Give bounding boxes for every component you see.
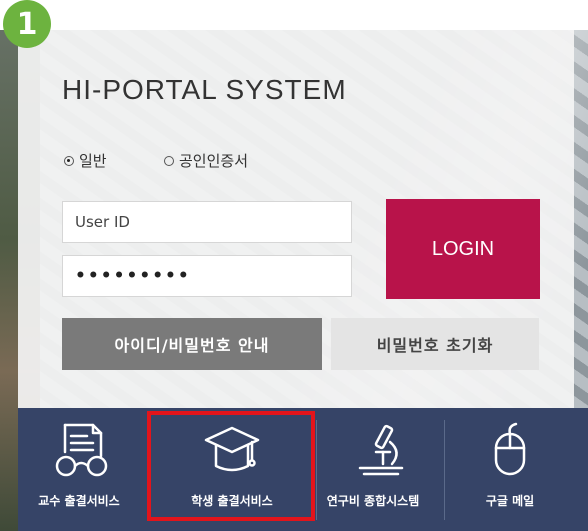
service-label: 학생 출결서비스 (191, 494, 273, 508)
password-field[interactable]: ••••••••• (62, 255, 352, 297)
portal-title: HI-PORTAL SYSTEM (62, 74, 347, 105)
step-number-badge: 1 (3, 0, 51, 48)
auth-option-label: 일반 (79, 152, 107, 170)
id-password-guide-button[interactable]: 아이디/비밀번호 안내 (62, 318, 322, 370)
service-label: 구글 메일 (485, 494, 535, 508)
auth-option-label: 공인인증서 (179, 152, 249, 170)
page-top-margin (0, 0, 588, 30)
service-research-fund[interactable]: 연구비 종합시스템 (316, 408, 444, 531)
service-label: 연구비 종합시스템 (326, 494, 420, 508)
auth-option-certificate[interactable]: 공인인증서 (164, 150, 248, 171)
radio-unchecked-icon[interactable] (164, 155, 174, 166)
attendance-document-icon (53, 422, 113, 478)
user-id-field[interactable]: User ID (62, 201, 352, 243)
auth-option-general[interactable]: 일반 (64, 150, 107, 171)
microscope-icon (350, 422, 410, 478)
mouse-icon (480, 422, 540, 478)
login-button[interactable]: LOGIN (386, 199, 540, 299)
graduation-cap-icon (202, 422, 262, 478)
service-professor-attendance[interactable]: 교수 출결서비스 (18, 408, 148, 531)
service-student-attendance[interactable]: 학생 출결서비스 (148, 408, 316, 531)
service-google-mail[interactable]: 구글 메일 (444, 408, 576, 531)
service-label: 교수 출결서비스 (38, 494, 120, 508)
radio-checked-icon[interactable] (64, 155, 74, 166)
password-reset-button[interactable]: 비밀번호 초기화 (331, 318, 539, 370)
